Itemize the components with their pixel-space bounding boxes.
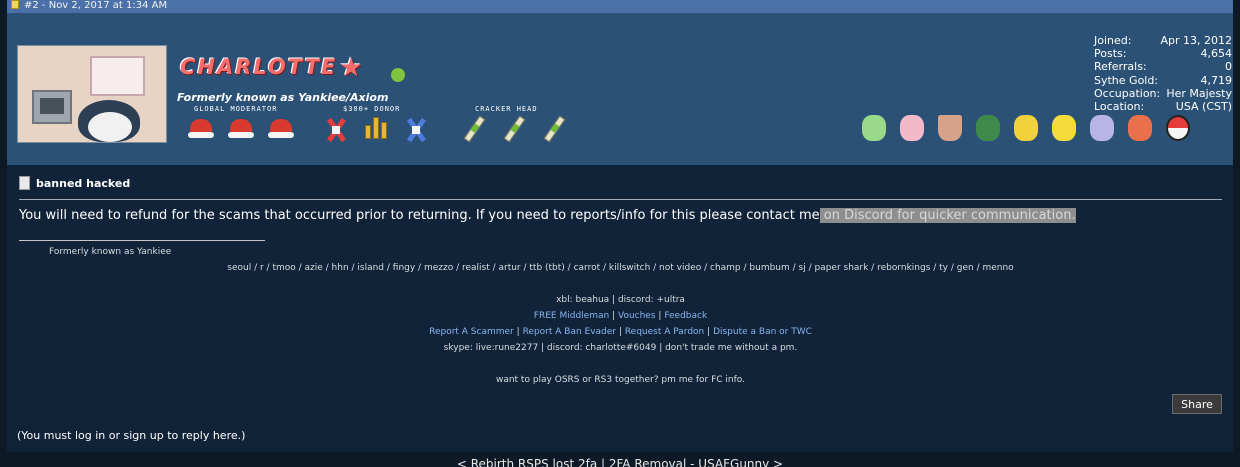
chansey-sprite-icon: [895, 111, 929, 145]
selected-text[interactable]: on Discord for quicker communication.: [819, 208, 1076, 223]
signature-names: seoul / r / tmoo / azie / hhn / island /…: [227, 263, 1014, 273]
free-middleman-link[interactable]: FREE Middleman: [534, 311, 609, 321]
feedback-link[interactable]: Feedback: [664, 311, 707, 321]
post-icon: [11, 0, 19, 9]
stat-referrals: Referrals: 0: [1094, 60, 1232, 74]
celebi-sprite-icon: [857, 111, 891, 145]
vouches-link[interactable]: Vouches: [618, 311, 656, 321]
party-hat-icon: [227, 115, 255, 143]
ho-oh-sprite-icon: [1123, 111, 1157, 145]
post-content: banned hacked You will need to refund fo…: [7, 165, 1233, 452]
avatar-bird-belly: [88, 112, 132, 142]
divider: [19, 199, 1222, 200]
red-swords-icon: [322, 115, 350, 143]
signature-skype: skype: live:rune2277 | discord: charlott…: [443, 343, 798, 353]
post-subject: banned hacked: [19, 176, 130, 190]
party-hat-icon: [187, 115, 215, 143]
avatar[interactable]: [17, 45, 167, 143]
signature-divider: [19, 240, 265, 241]
login-note[interactable]: (You must log in or sign up to reply her…: [17, 429, 245, 442]
report-scammer-link[interactable]: Report A Scammer: [429, 327, 514, 337]
ampharos-sprite-icon: [1009, 111, 1043, 145]
username[interactable]: CHARLOTTE★: [180, 53, 365, 83]
mew-sprite-icon: [1085, 111, 1119, 145]
star-icon: ★: [339, 53, 365, 83]
signature-contact: xbl: beahua | discord: +ultra: [556, 295, 685, 305]
signature-osrs: want to play OSRS or RS3 together? pm me…: [495, 375, 746, 385]
post-header-bar: #2 - Nov 2, 2017 at 1:34 AM: [7, 0, 1233, 13]
thread-navigation[interactable]: < Rebirth RSPS lost 2fa | 2FA Removal - …: [0, 458, 1240, 467]
online-status-icon: [391, 68, 405, 82]
pokeball-icon: [1161, 111, 1195, 145]
blue-swords-icon: [402, 115, 430, 143]
document-icon: [19, 176, 30, 190]
stat-occupation: Occupation: Her Majesty: [1094, 86, 1232, 100]
party-hat-icon: [267, 115, 295, 143]
stat-joined: Joined: Apr 13, 2012: [1094, 34, 1232, 47]
avatar-window: [90, 56, 145, 96]
pikachu-sprite-icon: [1047, 111, 1081, 145]
gold-bars-icon: [362, 115, 390, 143]
cracker-icon: [499, 115, 527, 143]
request-pardon-link[interactable]: Request A Pardon: [625, 327, 704, 337]
stat-posts: Posts: 4,654: [1094, 47, 1232, 61]
cracker-icon: [459, 115, 487, 143]
shell-sprite-icon: [933, 111, 967, 145]
rayquaza-sprite-icon: [971, 111, 1005, 145]
report-ban-evader-link[interactable]: Report A Ban Evader: [523, 327, 616, 337]
badge-label-cracker: CRACKER HEAD: [475, 105, 538, 113]
post-date[interactable]: #2 - Nov 2, 2017 at 1:34 AM: [24, 0, 167, 11]
pokemon-sprites: [857, 111, 1233, 145]
badge-label-moderator: GLOBAL MODERATOR: [194, 105, 278, 113]
share-button[interactable]: Share: [1172, 394, 1222, 414]
user-stats: Joined: Apr 13, 2012 Posts: 4,654 Referral…: [1094, 34, 1232, 113]
avatar-monitor: [32, 90, 72, 124]
username-text[interactable]: CHARLOTTE: [180, 55, 337, 79]
stat-gold: Sythe Gold: 4,719: [1094, 73, 1232, 87]
cracker-icon: [539, 115, 567, 143]
dispute-ban-link[interactable]: Dispute a Ban or TWC: [713, 327, 812, 337]
signature-links-row2: Report A Scammer | Report A Ban Evader |…: [429, 327, 812, 337]
signature-former: Formerly known as Yankiee: [49, 247, 172, 257]
signature-links-row1: FREE Middleman | Vouches | Feedback: [533, 311, 708, 321]
user-info-panel: CHARLOTTE★ Formerly known as Yankiee/Axi…: [7, 13, 1233, 165]
user-title: Formerly known as Yankiee/Axiom: [177, 91, 389, 104]
badge-label-donor: $300+ DONOR: [343, 105, 401, 113]
post-message: You will need to refund for the scams th…: [19, 208, 1076, 223]
